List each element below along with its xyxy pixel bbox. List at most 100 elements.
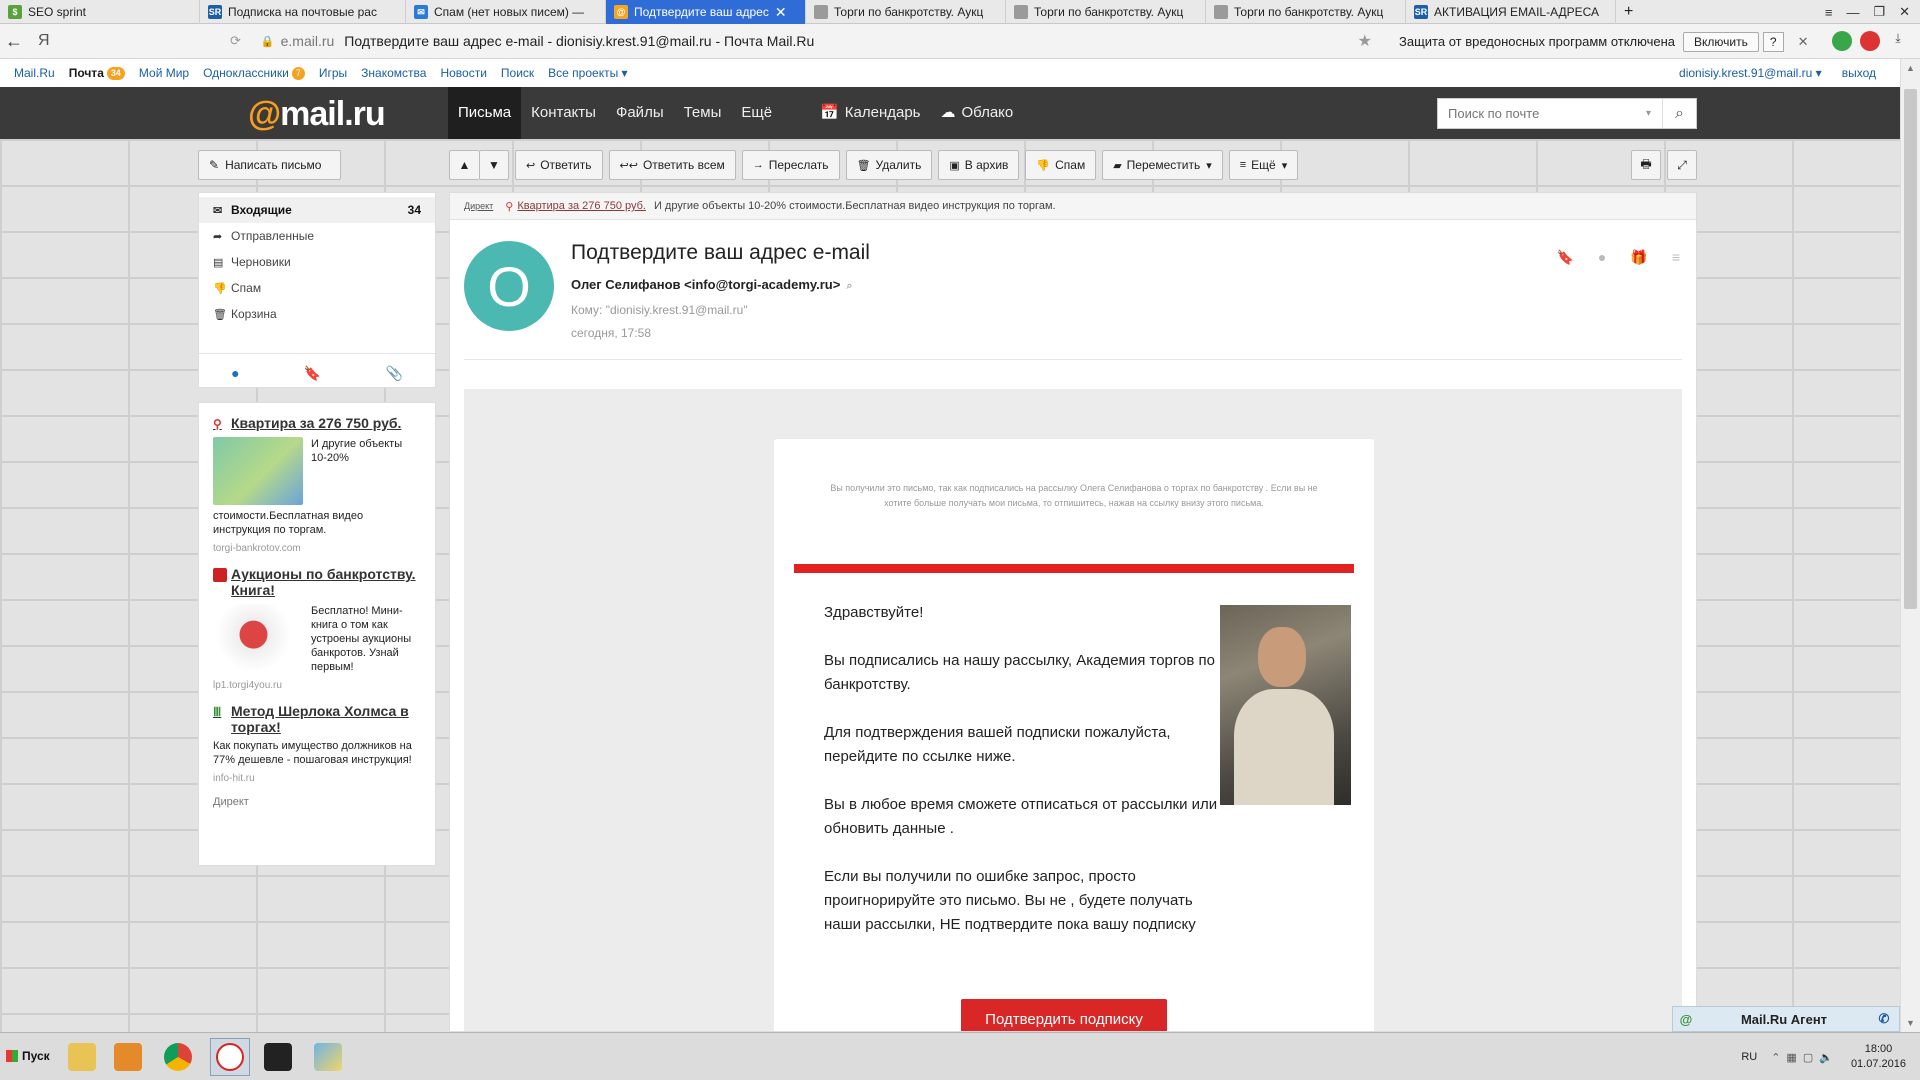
unread-filter-icon[interactable]: ●: [231, 365, 239, 381]
mailru-logo[interactable]: @mail.ru: [248, 95, 386, 134]
attachment-filter-icon[interactable]: 📎: [385, 365, 402, 382]
confirm-subscription-button[interactable]: Подтвердить подписку: [961, 999, 1167, 1031]
taskbar-paint[interactable]: [308, 1038, 348, 1076]
folder-item[interactable]: ▤ Черновики: [199, 249, 435, 275]
system-clock[interactable]: 18:00 01.07.2016: [1851, 1042, 1906, 1072]
ad-item[interactable]: ⚲ Квартира за 276 750 руб. И другие объек…: [213, 415, 421, 554]
next-message-button[interactable]: ▼: [479, 150, 509, 180]
tray-expand-icon[interactable]: ⌃: [1771, 1051, 1780, 1064]
print-button[interactable]: 🖶: [1631, 150, 1661, 180]
flag-filter-icon[interactable]: 🔖: [304, 365, 321, 382]
nav-contacts[interactable]: Контакты: [521, 87, 606, 139]
menu-icon[interactable]: ≡: [1825, 5, 1833, 20]
page-scrollbar[interactable]: ▲ ▼: [1900, 59, 1920, 1032]
taskbar-chrome[interactable]: [158, 1038, 198, 1076]
protection-close-icon[interactable]: ✕: [1798, 34, 1809, 50]
portal-link-news[interactable]: Новости: [440, 66, 486, 80]
portal-link-ok[interactable]: Одноклассники 7: [203, 66, 305, 80]
search-icon[interactable]: ⌕: [1662, 99, 1696, 128]
scroll-up-icon[interactable]: ▲: [1901, 63, 1920, 73]
ads-direct-label[interactable]: Директ: [213, 796, 421, 808]
ad-item[interactable]: Ⅲ Метод Шерлока Холмса в торгах! Как поку…: [213, 703, 421, 784]
portal-link-mail[interactable]: Почта 34: [69, 66, 125, 80]
folder-item[interactable]: 👎 Спам: [199, 275, 435, 301]
ad-source[interactable]: lp1.torgi4you.ru: [213, 680, 421, 691]
taskbar-app-w[interactable]: [258, 1038, 298, 1076]
nav-cloud[interactable]: ☁ Облако: [930, 87, 1023, 139]
tab-close-icon[interactable]: ✕: [775, 4, 787, 21]
portal-link-games[interactable]: Игры: [319, 66, 347, 80]
search-dropdown-icon[interactable]: ▾: [1646, 108, 1651, 119]
portal-link-search[interactable]: Поиск: [501, 66, 534, 80]
gift-icon[interactable]: 🎁: [1630, 249, 1647, 266]
reload-icon[interactable]: ⟳: [230, 33, 241, 49]
tray-display-icon[interactable]: ▢: [1803, 1051, 1813, 1064]
menu-lines-icon[interactable]: ≡: [1672, 249, 1680, 266]
ad-source[interactable]: torgi-bankrotov.com: [213, 543, 421, 554]
browser-tab[interactable]: Торги по банкротству. Аукц: [1206, 0, 1406, 24]
reply-all-button[interactable]: ↩↩ Ответить всем: [608, 150, 736, 180]
ad-title[interactable]: ⚲ Квартира за 276 750 руб.: [213, 415, 421, 431]
ad-title[interactable]: Ⅲ Метод Шерлока Холмса в торгах!: [213, 703, 421, 735]
extension-green-icon[interactable]: [1832, 31, 1852, 51]
mailru-agent-bar[interactable]: @ Mail.Ru Агент ✆: [1672, 1006, 1900, 1032]
minimize-icon[interactable]: —: [1846, 5, 1859, 20]
folder-item[interactable]: 🗑 Корзина: [199, 301, 435, 327]
nav-calendar[interactable]: 📅 Календарь: [810, 87, 930, 139]
magnifier-icon[interactable]: ⌕: [846, 280, 852, 292]
folder-item[interactable]: ➦ Отправленные: [199, 223, 435, 249]
nav-letters[interactable]: Письма: [448, 87, 522, 139]
taskbar-explorer[interactable]: [62, 1038, 102, 1076]
bookmark-star-icon[interactable]: ★: [1358, 31, 1372, 51]
browser-tab[interactable]: Торги по банкротству. Аукц: [1006, 0, 1206, 24]
tray-network-icon[interactable]: ▦: [1786, 1051, 1796, 1064]
unread-dot-icon[interactable]: ●: [1598, 249, 1606, 266]
portal-link-my-world[interactable]: Мой Мир: [139, 66, 189, 80]
scroll-down-icon[interactable]: ▼: [1901, 1018, 1920, 1028]
ad-image-house[interactable]: [213, 604, 303, 672]
back-icon[interactable]: ←: [2, 31, 26, 52]
yandex-icon[interactable]: Я: [38, 32, 62, 50]
forward-button[interactable]: → Переслать: [741, 150, 840, 180]
url-field[interactable]: ⟳ 🔒 e.mail.ru Подтвердите ваш адрес e-ma…: [230, 28, 1372, 54]
start-button[interactable]: Пуск: [0, 1041, 56, 1071]
ad-image-keys[interactable]: [213, 437, 303, 505]
nav-more[interactable]: Ещё: [731, 87, 782, 139]
browser-tab[interactable]: ✉ Спам (нет новых писем) —: [406, 0, 606, 24]
ad-link[interactable]: Квартира за 276 750 руб.: [517, 200, 646, 212]
user-menu[interactable]: dionisiy.krest.91@mail.ru ▾: [1679, 66, 1822, 80]
browser-tab[interactable]: @ Подтвердите ваш адрес ✕: [606, 0, 806, 24]
restore-icon[interactable]: ❐: [1873, 4, 1885, 20]
search-input[interactable]: [1448, 106, 1638, 121]
expand-button[interactable]: ⤢: [1667, 150, 1697, 180]
folder-item[interactable]: ✉ Входящие 34: [199, 197, 435, 223]
ad-source[interactable]: info-hit.ru: [213, 773, 421, 784]
close-window-icon[interactable]: ✕: [1899, 4, 1910, 20]
flag-icon[interactable]: 🔖: [1556, 249, 1573, 266]
scroll-thumb[interactable]: [1904, 89, 1917, 609]
ad-direct-label[interactable]: Директ: [464, 201, 493, 211]
browser-tab[interactable]: SR АКТИВАЦИЯ EMAIL-АДРЕСА: [1406, 0, 1616, 24]
archive-button[interactable]: ▣ В архив: [938, 150, 1020, 180]
portal-link-dating[interactable]: Знакомства: [361, 66, 426, 80]
logout-link[interactable]: выход: [1842, 66, 1876, 80]
portal-link-all-projects[interactable]: Все проекты ▾: [548, 66, 627, 80]
enable-protection-button[interactable]: Включить: [1683, 31, 1759, 52]
compose-button[interactable]: ✎ Написать письмо: [198, 150, 341, 180]
move-button[interactable]: ▰ Переместить ▾: [1102, 150, 1223, 180]
adblock-icon[interactable]: [1860, 31, 1880, 51]
sender-avatar[interactable]: О: [464, 241, 554, 331]
nav-themes[interactable]: Темы: [674, 87, 732, 139]
download-icon[interactable]: ⤓: [1888, 31, 1908, 51]
more-button[interactable]: ≡ Ещё ▾: [1228, 150, 1299, 180]
taskbar-media[interactable]: [108, 1038, 148, 1076]
reply-button[interactable]: ↩ Ответить: [515, 150, 603, 180]
phone-icon[interactable]: ✆: [1869, 1011, 1899, 1027]
portal-link-mailru[interactable]: Mail.Ru: [14, 66, 55, 80]
browser-tab[interactable]: Торги по банкротству. Аукц: [806, 0, 1006, 24]
browser-tab[interactable]: SR Подписка на почтовые рас: [200, 0, 406, 24]
prev-message-button[interactable]: ▲: [449, 150, 479, 180]
protection-help-button[interactable]: ?: [1762, 31, 1784, 52]
spam-button[interactable]: 👎 Спам: [1025, 150, 1097, 180]
delete-button[interactable]: 🗑 Удалить: [845, 150, 933, 180]
